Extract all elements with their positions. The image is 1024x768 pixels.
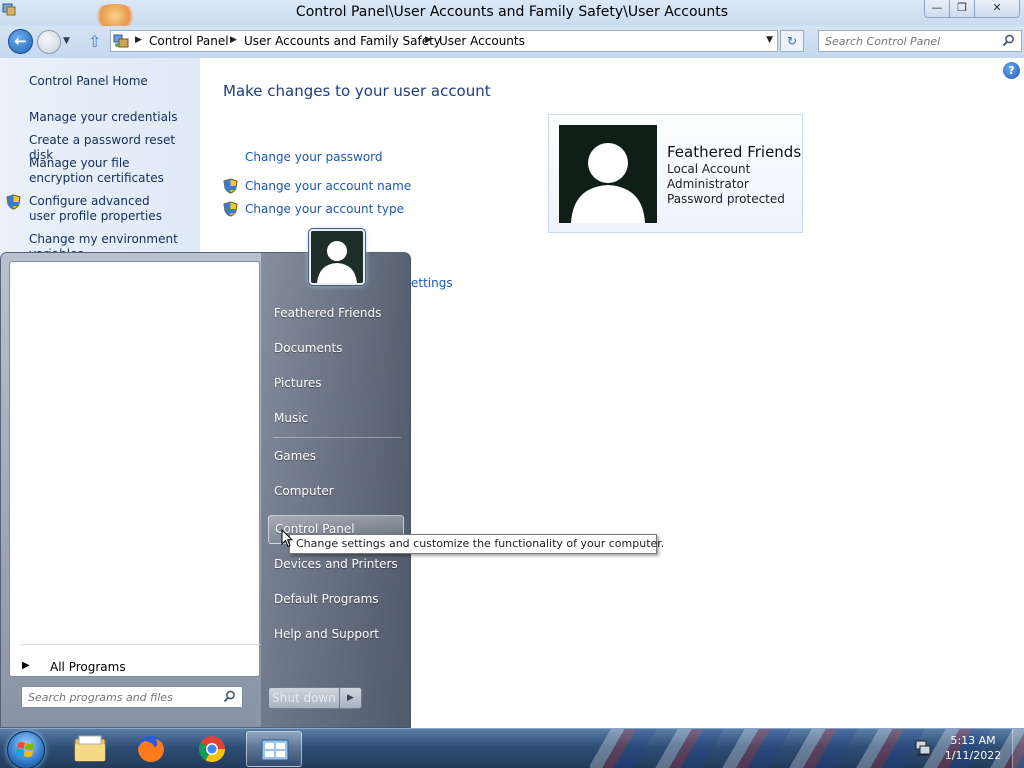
start-item-help-support[interactable]: Help and Support [274, 627, 379, 641]
control-panel-icon [113, 34, 129, 48]
breadcrumb-user-accounts-family-safety[interactable]: User Accounts and Family Safety [244, 34, 441, 48]
start-item-devices-printers[interactable]: Devices and Printers [274, 557, 398, 571]
chrome-icon [198, 736, 226, 763]
manage-file-encryption-link[interactable]: Manage your file encryption certificates [29, 156, 189, 186]
account-type: Local Account [667, 162, 751, 176]
taskbar-firefox[interactable] [123, 731, 179, 767]
start-item-computer[interactable]: Computer [274, 484, 334, 498]
start-menu: ▶ All Programs Feathered Friends Documen… [0, 229, 411, 729]
start-item-pictures[interactable]: Pictures [274, 376, 322, 390]
breadcrumb-separator-icon[interactable]: ▶ [230, 35, 237, 45]
account-status: Password protected [667, 192, 785, 206]
uac-shield-icon [6, 194, 21, 210]
user-silhouette-icon [571, 143, 645, 223]
taskbar: 5:13 AM 1/11/2022 [0, 728, 1024, 768]
window-title: Control Panel\User Accounts and Family S… [295, 4, 729, 20]
address-bar[interactable]: ▶ Control Panel ▶ User Accounts and Fami… [110, 30, 778, 52]
network-icon[interactable] [914, 739, 932, 757]
breadcrumb-separator-icon[interactable]: ▶ [425, 35, 432, 45]
shutdown-options-arrow-icon[interactable]: ▶ [340, 687, 362, 709]
breadcrumb-control-panel[interactable]: Control Panel [149, 34, 229, 48]
address-dropdown-icon[interactable]: ▼ [766, 35, 773, 45]
mouse-cursor-icon [281, 529, 293, 548]
divider [20, 644, 260, 645]
close-button[interactable]: ✕ [974, 0, 1020, 18]
all-programs-arrow-icon[interactable]: ▶ [22, 660, 30, 671]
maximize-button[interactable]: ❐ [949, 0, 975, 18]
taskbar-explorer[interactable] [62, 731, 118, 767]
partial-settings-link[interactable]: ettings [411, 276, 453, 290]
start-search-box[interactable] [21, 686, 243, 708]
manage-credentials-link[interactable]: Manage your credentials [29, 110, 197, 125]
control-panel-icon [261, 739, 289, 761]
change-account-type-link[interactable]: Change your account type [245, 202, 404, 216]
show-desktop-button[interactable] [1012, 729, 1024, 768]
uac-shield-icon [223, 178, 238, 194]
start-item-default-programs[interactable]: Default Programs [274, 592, 379, 606]
start-item-documents[interactable]: Documents [274, 341, 342, 355]
breadcrumb-separator-icon[interactable]: ▶ [135, 35, 142, 45]
folder-icon [74, 735, 106, 762]
recent-pages-chevron-icon[interactable]: ▼ [63, 36, 70, 46]
control-panel-home-link[interactable]: Control Panel Home [29, 74, 197, 89]
account-role: Administrator [667, 177, 749, 191]
change-password-link[interactable]: Change your password [245, 150, 383, 164]
start-item-games[interactable]: Games [274, 449, 316, 463]
all-programs-button[interactable]: All Programs [50, 660, 126, 674]
title-bar[interactable]: Control Panel\User Accounts and Family S… [0, 0, 1024, 28]
user-silhouette-icon [317, 241, 357, 283]
refresh-button[interactable]: ↻ [780, 30, 804, 52]
account-card: Feathered Friends Local Account Administ… [548, 114, 803, 233]
start-menu-user-picture[interactable] [309, 229, 365, 285]
account-name: Feathered Friends [667, 143, 802, 161]
clock-date: 1/11/2022 [944, 749, 1002, 762]
start-search-input[interactable] [28, 689, 216, 705]
start-button[interactable] [7, 731, 45, 768]
up-button[interactable]: ⇧ [88, 32, 101, 51]
search-control-panel-box[interactable] [818, 30, 1022, 52]
windows-logo-icon [16, 742, 34, 757]
change-account-name-link[interactable]: Change your account name [245, 179, 411, 193]
start-item-music[interactable]: Music [274, 411, 308, 425]
start-menu-programs-list: ▶ All Programs [9, 261, 260, 677]
configure-advanced-profile-link[interactable]: Configure advanced user profile properti… [29, 194, 179, 224]
avatar[interactable] [559, 125, 657, 223]
search-icon[interactable] [1002, 34, 1015, 47]
search-control-panel-input[interactable] [825, 33, 995, 49]
system-clock[interactable]: 5:13 AM 1/11/2022 [944, 733, 1002, 763]
control-panel-tooltip: Change settings and customize the functi… [289, 534, 664, 554]
uac-shield-icon [223, 201, 238, 217]
minimize-button[interactable]: — [924, 0, 950, 18]
page-title: Make changes to your user account [223, 82, 491, 100]
taskbar-control-panel[interactable] [246, 731, 302, 767]
back-button[interactable]: ← [8, 29, 33, 54]
shutdown-button[interactable]: Shut down [268, 687, 340, 709]
start-item-user-folder[interactable]: Feathered Friends [274, 306, 381, 320]
search-icon[interactable] [223, 690, 236, 703]
divider [273, 437, 401, 438]
clock-time: 5:13 AM [950, 734, 996, 747]
firefox-icon [138, 736, 164, 762]
taskbar-chrome[interactable] [184, 731, 240, 767]
forward-button[interactable] [37, 30, 61, 54]
help-button[interactable]: ? [1003, 62, 1020, 79]
breadcrumb-user-accounts[interactable]: User Accounts [439, 34, 525, 48]
navigation-bar: ← ▼ ⇧ ▶ Control Panel ▶ User Accounts an… [0, 26, 1024, 58]
